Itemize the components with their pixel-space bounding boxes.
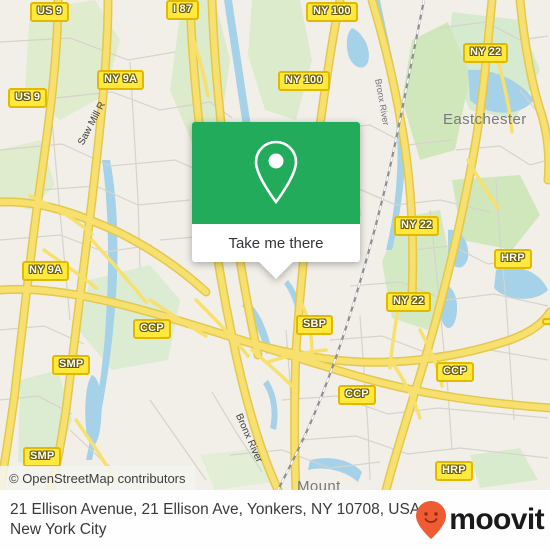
bottom-info-bar: 21 Ellison Avenue, 21 Ellison Ave, Yonke… <box>0 490 550 550</box>
route-shield-smp-2[interactable]: SMP <box>23 447 62 467</box>
route-shield-ny-22[interactable]: NY 22 <box>463 43 509 63</box>
map-pin-icon <box>254 140 298 205</box>
route-shield-us-9-2[interactable]: US 9 <box>8 88 48 108</box>
place-label-eastchester: Eastchester <box>443 111 527 128</box>
route-shield-ccp-2[interactable]: CCP <box>436 362 474 382</box>
take-me-there-button[interactable]: Take me there <box>192 224 360 262</box>
moovit-logo[interactable]: moovit <box>415 500 545 540</box>
route-shield-hrp-2[interactable]: HRP <box>435 461 473 481</box>
route-shield-ny-100-2[interactable]: NY 100 <box>278 71 330 91</box>
popup-header <box>192 122 360 224</box>
route-shield-clipped[interactable] <box>542 318 550 325</box>
route-shield-ny-22-2[interactable]: NY 22 <box>394 216 440 236</box>
route-shield-ccp[interactable]: CCP <box>133 319 171 339</box>
osm-attribution-text: © OpenStreetMap contributors <box>9 470 186 486</box>
location-popup-card[interactable]: Take me there <box>192 122 360 279</box>
route-shield-ny-9a-2[interactable]: NY 9A <box>22 261 70 281</box>
popup-pointer <box>259 262 293 279</box>
map-screenshot: US 9 I 87 NY 100 NY 22 NY 9A NY 100 US 9… <box>0 0 550 550</box>
address-label: 21 Ellison Avenue, 21 Ellison Ave, Yonke… <box>10 501 425 538</box>
route-shield-smp[interactable]: SMP <box>52 355 91 375</box>
take-me-there-label: Take me there <box>228 234 324 252</box>
route-shield-sbp[interactable]: SBP <box>296 315 334 335</box>
route-shield-ny-22-3[interactable]: NY 22 <box>386 292 432 312</box>
route-shield-i-87[interactable]: I 87 <box>166 0 200 20</box>
route-shield-hrp[interactable]: HRP <box>494 249 532 269</box>
moovit-wordmark: moovit <box>449 503 544 536</box>
moovit-pin-icon <box>416 501 447 539</box>
map-canvas[interactable]: US 9 I 87 NY 100 NY 22 NY 9A NY 100 US 9… <box>0 0 550 490</box>
place-label-mount: Mount <box>297 478 341 490</box>
osm-attribution[interactable]: © OpenStreetMap contributors <box>0 466 195 490</box>
route-shield-ccp-3[interactable]: CCP <box>338 385 376 405</box>
route-shield-us-9[interactable]: US 9 <box>30 2 70 22</box>
route-shield-ny-100[interactable]: NY 100 <box>306 2 358 22</box>
route-shield-ny-9a[interactable]: NY 9A <box>97 70 145 90</box>
